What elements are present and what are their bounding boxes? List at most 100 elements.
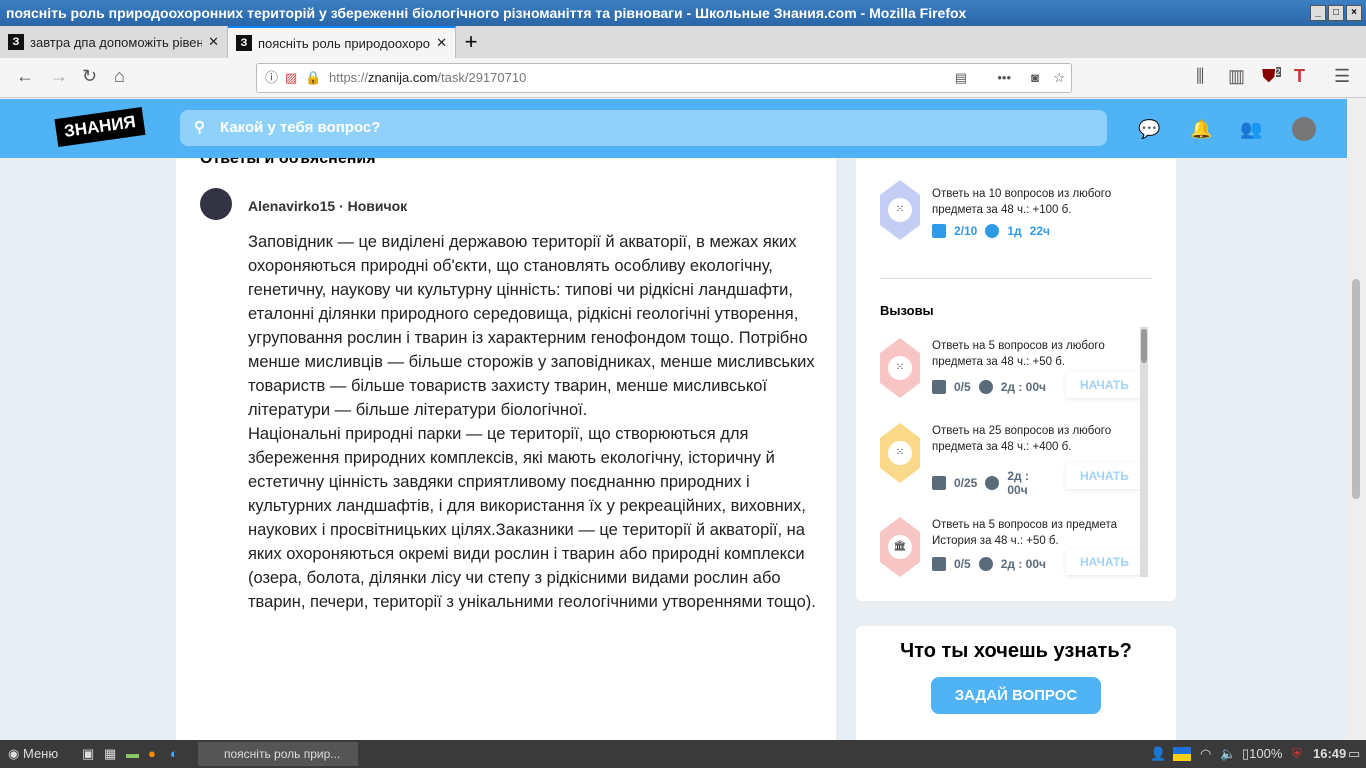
lock-icon: 🔒 xyxy=(305,70,322,85)
challenge-text: Ответь на 10 вопросов из любого предмета… xyxy=(932,188,1112,216)
firefox-icon[interactable]: ● xyxy=(148,740,156,768)
challenge-progress: 0/25 xyxy=(954,476,978,490)
minimize-button[interactable]: _ xyxy=(1310,5,1326,21)
taskbar-window-button[interactable]: поясніть роль прир... xyxy=(198,742,358,766)
challenge-text: Ответь на 5 вопросов из предмета История… xyxy=(932,519,1117,547)
url-prefix: https:// xyxy=(329,70,369,85)
taskbar-window-label: поясніть роль прир... xyxy=(224,747,341,761)
browser-icon[interactable]: ◐ xyxy=(170,740,178,768)
library-icon[interactable]: ⫼ xyxy=(1196,66,1204,87)
tab-bar: Ззавтра дпа допоможіть рівен ✕ Зпоясніть … xyxy=(0,26,1366,58)
answer-card: Ответы и объяснения Alenavirko15 · Нович… xyxy=(176,150,836,740)
search-placeholder: Какой у тебя вопрос? xyxy=(220,119,381,136)
time-hours: 22ч xyxy=(1029,224,1050,238)
challenges-title: Вызовы xyxy=(880,303,934,318)
start-button[interactable]: НАЧАТЬ xyxy=(1066,549,1143,575)
show-desktop-icon[interactable]: ▭ xyxy=(1348,740,1360,768)
answer-paragraph: Національні природні парки — це територі… xyxy=(248,425,816,611)
challenge-progress: 0/5 xyxy=(954,380,971,394)
more-icon[interactable]: ••• xyxy=(997,64,1011,92)
clock-icon xyxy=(985,224,1000,238)
ublock-count: 2 xyxy=(1275,67,1281,77)
info-icon[interactable]: ⓘ xyxy=(265,64,278,92)
reload-icon[interactable]: ↻ xyxy=(82,66,97,87)
start-button[interactable]: НАЧАТЬ xyxy=(1066,463,1143,489)
tab-label: поясніть роль природоохоро xyxy=(258,35,431,51)
challenge-time: 2д : 00ч xyxy=(1007,469,1029,497)
web-page: Ответы и объяснения Alenavirko15 · Нович… xyxy=(0,99,1347,740)
clock-icon xyxy=(978,557,993,571)
keyboard-layout-icon[interactable] xyxy=(1173,747,1191,761)
close-tab-icon[interactable]: ✕ xyxy=(436,35,447,51)
translate-icon[interactable]: T xyxy=(1294,66,1305,87)
profile-avatar[interactable] xyxy=(1292,117,1316,141)
ask-question-card: Что ты хочешь узнать? ЗАДАЙ ВОПРОС xyxy=(856,626,1176,740)
challenges-panel: ⁙ Ответь на 10 вопросов из любого предме… xyxy=(856,158,1176,601)
page-scrollbar[interactable] xyxy=(1347,99,1366,740)
divider xyxy=(880,278,1152,279)
clock-icon xyxy=(985,476,1000,490)
bookmark-star-icon[interactable]: ☆ xyxy=(1053,64,1065,92)
clock[interactable]: 16:49 xyxy=(1313,740,1346,768)
site-header: ЗНАНИЯ ⚲ Какой у тебя вопрос? 💬 🔔 👥 xyxy=(0,99,1347,158)
tab-1[interactable]: Ззавтра дпа допоможіть рівен ✕ xyxy=(0,26,228,58)
tab-label: завтра дпа допоможіть рівен xyxy=(30,34,203,50)
files-icon[interactable]: ▬ xyxy=(126,740,139,768)
url-bar[interactable]: ⓘ ▨ 🔒 https://znanija.com/task/29170710 ▤ ••… xyxy=(256,63,1072,93)
messages-icon[interactable]: 💬 xyxy=(1138,119,1160,140)
answer-text: Заповідник — це виділені державою терито… xyxy=(248,230,818,614)
reader-icon[interactable]: ▤ xyxy=(955,64,967,92)
window-titlebar: поясніть роль природоохоронних територій… xyxy=(0,0,1366,26)
user-rank: · Новичок xyxy=(339,198,408,214)
calculator-icon[interactable]: ▦ xyxy=(104,740,116,768)
nav-bar: ← → ↻ ⌂ ⓘ ▨ 🔒 https://znanija.com/task/2917… xyxy=(0,58,1366,98)
time-days: 1д xyxy=(1007,224,1022,238)
taskbar: ◉ Меню ▣ ▦ ▬ ● ◐ поясніть роль прир... 👤… xyxy=(0,740,1366,768)
menu-icon[interactable]: ☰ xyxy=(1334,66,1350,87)
history-badge-icon: 🏛 xyxy=(880,517,920,577)
start-button[interactable]: НАЧАТЬ xyxy=(1066,372,1143,398)
sidebar-icon[interactable]: ▥ xyxy=(1228,66,1245,87)
challenge-text: Ответь на 25 вопросов из любого предмета… xyxy=(932,425,1112,453)
maximize-button[interactable]: □ xyxy=(1328,5,1344,21)
wifi-icon[interactable]: ◠ xyxy=(1200,740,1211,768)
questions-icon xyxy=(932,224,946,238)
user-icon[interactable]: 👤 xyxy=(1150,740,1166,768)
favicon-icon: З xyxy=(236,35,252,51)
terminal-icon[interactable]: ▣ xyxy=(82,740,94,768)
close-tab-icon[interactable]: ✕ xyxy=(208,34,219,50)
volume-icon[interactable]: 🔈 xyxy=(1220,740,1236,768)
security-icon[interactable]: ⛨ xyxy=(1292,740,1302,768)
blocked-icon: ▨ xyxy=(285,70,298,85)
forward-icon[interactable]: → xyxy=(50,66,68,87)
url-path: /task/29170710 xyxy=(437,70,527,85)
new-tab-button[interactable]: + xyxy=(456,26,486,58)
challenge-progress: 2/10 xyxy=(954,224,978,238)
challenge-badge-icon: ⁙ xyxy=(880,423,920,483)
ask-question-button[interactable]: ЗАДАЙ ВОПРОС xyxy=(930,677,1102,714)
search-input[interactable]: ⚲ Какой у тебя вопрос? xyxy=(180,110,1107,146)
home-icon[interactable]: ⌂ xyxy=(114,66,125,87)
challenges-scrollbar[interactable] xyxy=(1140,327,1148,577)
ask-title: Что ты хочешь узнать? xyxy=(900,640,1132,662)
username-link[interactable]: Alenavirko15 xyxy=(248,198,335,214)
tab-2[interactable]: Зпоясніть роль природоохоро ✕ xyxy=(228,26,456,58)
challenge-progress: 0/5 xyxy=(954,557,971,571)
site-logo[interactable]: ЗНАНИЯ xyxy=(54,107,146,147)
notifications-icon[interactable]: 🔔 xyxy=(1190,119,1212,140)
start-menu-button[interactable]: ◉ Меню xyxy=(8,740,58,768)
search-icon: ⚲ xyxy=(194,119,205,136)
challenge-text: Ответь на 5 вопросов из любого предмета … xyxy=(932,340,1105,368)
ublock-icon[interactable]: ⛊2 xyxy=(1262,66,1281,87)
url-domain: znanija.com xyxy=(368,70,438,85)
clock-icon xyxy=(978,380,993,394)
close-window-button[interactable]: × xyxy=(1346,5,1362,21)
pocket-icon[interactable]: ◙ xyxy=(1031,64,1039,92)
friends-icon[interactable]: 👥 xyxy=(1240,119,1262,140)
questions-icon xyxy=(932,557,946,571)
avatar[interactable] xyxy=(200,188,232,220)
battery-icon[interactable]: ▯100% xyxy=(1242,740,1282,768)
back-icon[interactable]: ← xyxy=(16,66,34,87)
battery-level: 100% xyxy=(1249,746,1283,761)
challenge-time: 2д : 00ч xyxy=(1000,557,1046,571)
